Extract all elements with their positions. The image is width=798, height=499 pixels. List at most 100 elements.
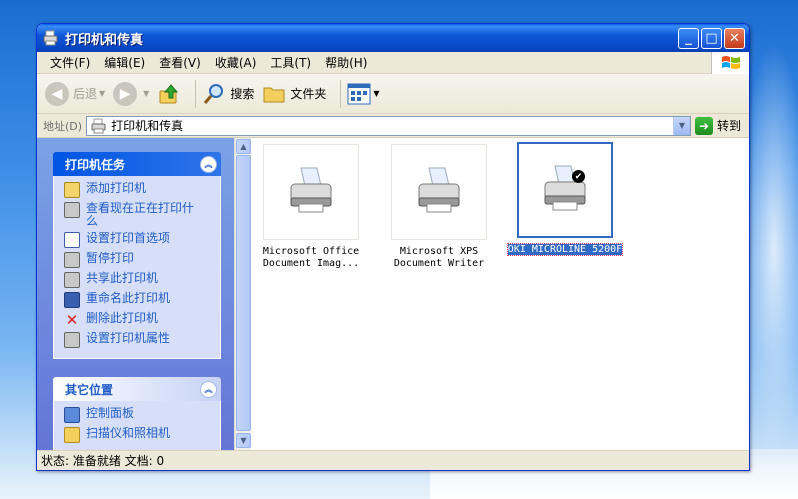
menu-favorites[interactable]: 收藏(A) xyxy=(208,54,264,71)
printer-folder-icon xyxy=(43,30,59,46)
task-delete-printer[interactable]: ✕ 删除此打印机 xyxy=(64,311,220,329)
task-label: 添加打印机 xyxy=(86,181,147,195)
printer-thumbnail: ✔ xyxy=(517,142,613,238)
place-control-panel[interactable]: 控制面板 xyxy=(64,407,220,423)
go-label: 转到 xyxy=(716,119,741,133)
menu-help[interactable]: 帮助(H) xyxy=(318,54,374,71)
status-bar: 状态: 准备就绪 文档: 0 xyxy=(37,450,749,470)
title-bar[interactable]: 打印机和传真 _ □ ✕ xyxy=(37,24,749,52)
printer-label: Microsoft Office Document Imag... xyxy=(251,246,371,270)
task-pane: 打印机任务 ︽ 添加打印机 查看现在正在打印什么 设置打印首选项 暂停打印 共享… xyxy=(37,138,234,450)
task-share-printer[interactable]: 共享此打印机 xyxy=(64,272,220,288)
menu-tools[interactable]: 工具(T) xyxy=(263,54,318,71)
go-arrow-icon: ➜ xyxy=(694,116,713,135)
address-bar: 地址(D) 打印机和传真 ▼ ➜ 转到 xyxy=(37,114,749,138)
share-printer-icon xyxy=(64,272,80,288)
task-rename-printer[interactable]: 重命名此打印机 xyxy=(64,292,220,308)
address-label: 地址(D) xyxy=(43,119,83,133)
task-label: 共享此打印机 xyxy=(86,271,159,285)
printer-item[interactable]: Microsoft XPS Document Writer xyxy=(379,144,499,270)
preferences-icon xyxy=(64,232,80,248)
address-dropdown-button[interactable]: ▼ xyxy=(672,116,690,135)
scanner-camera-icon xyxy=(64,427,80,443)
toolbar-separator xyxy=(340,79,342,108)
menu-bar: 文件(F) 编辑(E) 查看(V) 收藏(A) 工具(T) 帮助(H) xyxy=(37,52,749,74)
other-places-panel: 其它位置 ︽ 控制面板 扫描仪和照相机 xyxy=(53,377,221,450)
printer-label: OKI MICROLINE 5200F xyxy=(505,243,625,256)
task-pause-printing[interactable]: 暂停打印 xyxy=(64,252,220,268)
taskpane-scrollbar[interactable]: ▲ ▼ xyxy=(234,138,251,450)
back-arrow-icon: ◀ xyxy=(45,81,69,106)
task-see-printing[interactable]: 查看现在正在打印什么 xyxy=(64,202,220,228)
minimize-button[interactable]: _ xyxy=(678,27,699,49)
default-printer-check-icon: ✔ xyxy=(572,170,585,183)
task-label: 删除此打印机 xyxy=(86,311,159,325)
up-folder-icon xyxy=(159,83,179,103)
maximize-button[interactable]: □ xyxy=(701,27,722,49)
explorer-window: 打印机和传真 _ □ ✕ 文件(F) 编辑(E) 查看(V) 收藏(A) 工具(… xyxy=(36,23,750,471)
go-button[interactable]: ➜ 转到 xyxy=(691,116,749,135)
menu-view[interactable]: 查看(V) xyxy=(152,54,208,71)
folders-label: 文件夹 xyxy=(290,87,327,101)
printer-tasks-panel: 打印机任务 ︽ 添加打印机 查看现在正在打印什么 设置打印首选项 暂停打印 共享… xyxy=(53,152,221,359)
printer-thumbnail xyxy=(391,144,487,240)
folder-icon xyxy=(263,87,285,102)
search-label: 搜索 xyxy=(230,87,255,101)
chevron-down-icon: ▼ xyxy=(373,89,380,98)
window-title: 打印机和传真 xyxy=(65,32,144,48)
forward-button[interactable]: ▶ ▼ xyxy=(113,81,150,106)
forward-arrow-icon: ▶ xyxy=(113,81,138,106)
properties-icon xyxy=(64,332,80,348)
printer-label: Microsoft XPS Document Writer xyxy=(379,246,499,270)
close-button[interactable]: ✕ xyxy=(724,27,745,49)
scroll-down-button[interactable]: ▼ xyxy=(236,433,251,448)
task-label: 暂停打印 xyxy=(86,251,135,265)
other-places-header[interactable]: 其它位置 ︽ xyxy=(53,377,221,401)
chevron-down-icon: ▼ xyxy=(99,89,106,98)
address-input[interactable]: 打印机和传真 ▼ xyxy=(86,115,691,136)
other-places-list: 控制面板 扫描仪和照相机 xyxy=(53,401,221,450)
printer-icon xyxy=(290,167,332,213)
collapse-icon[interactable]: ︽ xyxy=(200,380,217,398)
file-view: Microsoft Office Document Imag... Micros… xyxy=(251,138,749,450)
toolbar-separator xyxy=(195,79,197,108)
up-folder-button[interactable] xyxy=(157,82,181,106)
printer-name-line1: OKI MICROLINE 5200F xyxy=(506,243,624,256)
search-icon xyxy=(204,83,224,104)
task-printer-properties[interactable]: 设置打印机属性 xyxy=(64,332,220,348)
address-value: 打印机和传真 xyxy=(111,119,184,133)
place-scanners-cameras[interactable]: 扫描仪和照相机 xyxy=(64,427,220,443)
task-label: 设置打印机属性 xyxy=(86,331,171,345)
status-text: 状态: 准备就绪 文档: 0 xyxy=(41,454,165,468)
printer-icon xyxy=(418,167,460,213)
back-label: 后退 xyxy=(73,87,98,101)
printer-thumbnail xyxy=(263,144,359,240)
back-button[interactable]: ◀ 后退 ▼ xyxy=(45,81,106,106)
control-panel-icon xyxy=(64,407,80,423)
printer-tasks-title: 打印机任务 xyxy=(65,157,126,172)
rename-icon xyxy=(64,292,80,308)
standard-toolbar: ◀ 后退 ▼ ▶ ▼ 搜索 文件夹 ▼ xyxy=(37,74,749,114)
other-places-title: 其它位置 xyxy=(65,382,114,397)
printer-icon xyxy=(544,165,586,211)
menu-file[interactable]: 文件(F) xyxy=(43,54,97,71)
place-label: 控制面板 xyxy=(86,406,135,420)
collapse-icon[interactable]: ︽ xyxy=(200,155,217,173)
task-printing-preferences[interactable]: 设置打印首选项 xyxy=(64,232,220,248)
printer-tasks-header[interactable]: 打印机任务 ︽ xyxy=(53,152,221,176)
task-add-printer[interactable]: 添加打印机 xyxy=(64,182,220,198)
printer-item[interactable]: Microsoft Office Document Imag... xyxy=(251,144,371,270)
chevron-down-icon: ▼ xyxy=(143,89,150,98)
printer-queue-icon xyxy=(64,202,80,218)
printer-name-line2: Document Imag... xyxy=(262,258,360,269)
pause-printer-icon xyxy=(64,252,80,268)
scroll-thumb[interactable] xyxy=(236,155,251,431)
task-label: 设置打印首选项 xyxy=(86,231,171,245)
folders-button[interactable]: 文件夹 xyxy=(262,82,326,106)
printer-name-line1: Microsoft XPS xyxy=(399,246,479,257)
menu-edit[interactable]: 编辑(E) xyxy=(97,54,152,71)
scroll-up-button[interactable]: ▲ xyxy=(236,139,251,154)
search-button[interactable]: 搜索 xyxy=(202,82,254,106)
printer-item-selected[interactable]: ✔ OKI MICROLINE 5200F xyxy=(505,142,625,256)
views-button[interactable]: ▼ xyxy=(347,83,380,105)
